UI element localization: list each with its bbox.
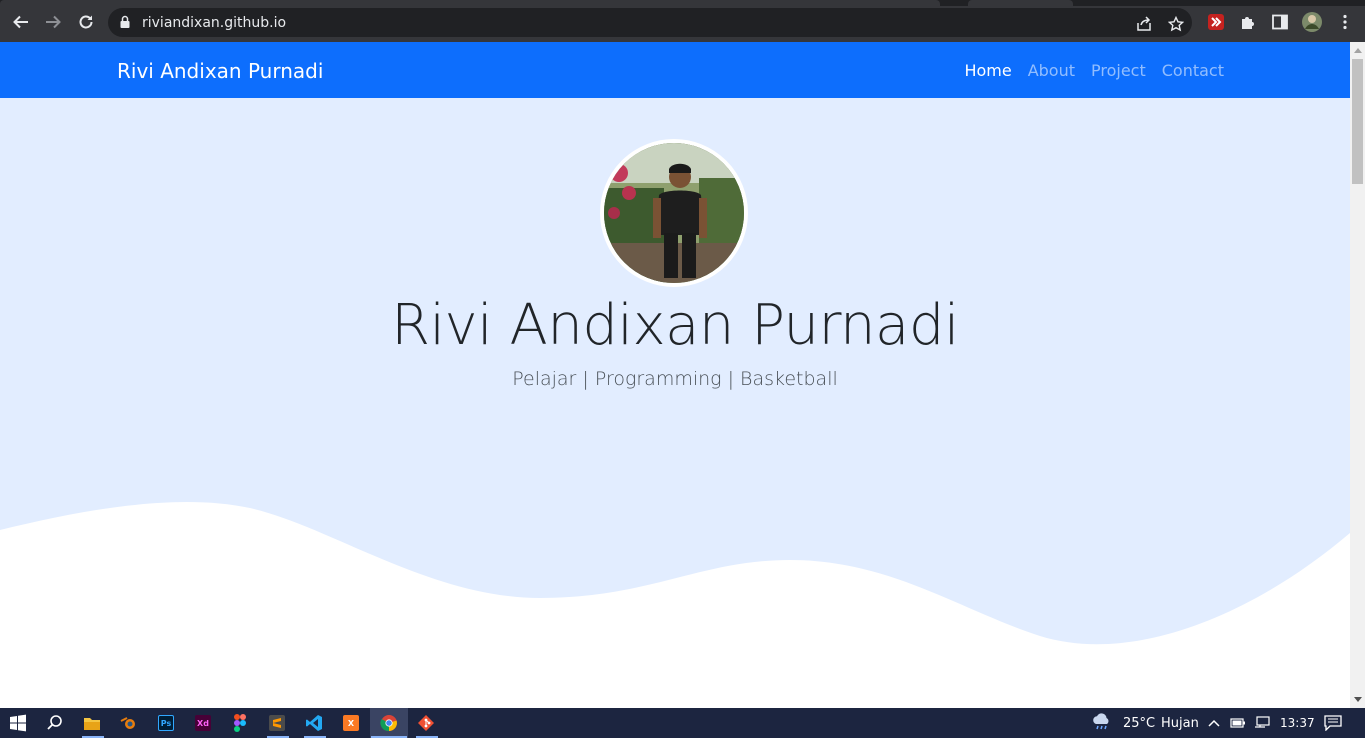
notification-center-icon[interactable] — [1322, 712, 1344, 734]
url-text[interactable]: riviandixan.github.io — [142, 15, 286, 31]
hero-section: Rivi Andixan Purnadi Pelajar | Programmi… — [0, 98, 1350, 708]
side-panel-icon[interactable] — [1271, 13, 1289, 31]
vscode-icon[interactable] — [303, 712, 325, 734]
sublime-text-icon[interactable] — [266, 712, 288, 734]
extension-icon[interactable] — [1207, 13, 1225, 31]
address-bar[interactable]: riviandixan.github.io — [108, 8, 1192, 37]
file-explorer-icon[interactable] — [81, 712, 103, 734]
nav-home-link[interactable]: Home — [964, 61, 1011, 80]
xampp-icon[interactable]: X — [340, 712, 362, 734]
scroll-thumb[interactable] — [1352, 59, 1363, 184]
git-icon[interactable] — [415, 712, 437, 734]
hero-name: Rivi Andixan Purnadi — [391, 293, 959, 358]
menu-kebab-icon[interactable] — [1336, 13, 1354, 31]
weather-condition[interactable]: Hujan — [1161, 716, 1199, 731]
browser-toolbar: riviandixan.github.io — [0, 0, 1365, 42]
nav-links: Home About Project Contact — [964, 61, 1224, 80]
weather-temperature[interactable]: 25°C — [1123, 716, 1155, 731]
nav-contact-link[interactable]: Contact — [1162, 61, 1224, 80]
photoshop-icon[interactable]: Ps — [155, 712, 177, 734]
adobe-xd-icon[interactable]: Xd — [192, 712, 214, 734]
windows-start-icon[interactable] — [7, 712, 29, 734]
site-navbar: Rivi Andixan Purnadi Home About Project … — [0, 42, 1350, 98]
nav-about-link[interactable]: About — [1028, 61, 1075, 80]
windows-taskbar: Ps Xd X 25°C Hujan 13:37 — [0, 708, 1365, 738]
weather-rain-icon[interactable] — [1091, 712, 1113, 734]
blender-icon[interactable] — [118, 712, 140, 734]
puzzle-icon[interactable] — [1239, 13, 1257, 31]
scroll-up-arrow[interactable] — [1354, 48, 1362, 53]
network-icon[interactable] — [1251, 712, 1273, 734]
reload-icon[interactable] — [75, 11, 97, 33]
profile-photo — [600, 139, 748, 287]
browser-tab[interactable] — [968, 0, 1073, 6]
chrome-icon[interactable] — [378, 712, 400, 734]
back-icon[interactable] — [10, 11, 32, 33]
chevron-up-icon[interactable] — [1203, 712, 1225, 734]
profile-avatar[interactable] — [1301, 11, 1323, 33]
share-icon[interactable] — [1136, 16, 1152, 32]
active-tab[interactable] — [0, 0, 940, 6]
brand-link[interactable]: Rivi Andixan Purnadi — [117, 59, 323, 83]
system-clock[interactable]: 13:37 — [1280, 716, 1315, 730]
search-icon[interactable] — [44, 712, 66, 734]
battery-icon[interactable] — [1227, 712, 1249, 734]
bookmark-star-icon[interactable] — [1167, 15, 1185, 32]
page-viewport: Rivi Andixan Purnadi Home About Project … — [0, 42, 1350, 708]
lock-icon[interactable] — [119, 15, 131, 34]
scroll-down-arrow[interactable] — [1354, 697, 1362, 702]
tab-strip — [0, 0, 1365, 6]
nav-project-link[interactable]: Project — [1091, 61, 1146, 80]
figma-icon[interactable] — [229, 712, 251, 734]
forward-icon[interactable] — [42, 11, 64, 33]
page-scrollbar[interactable] — [1350, 42, 1365, 708]
hero-tagline: Pelajar | Programming | Basketball — [512, 368, 838, 390]
